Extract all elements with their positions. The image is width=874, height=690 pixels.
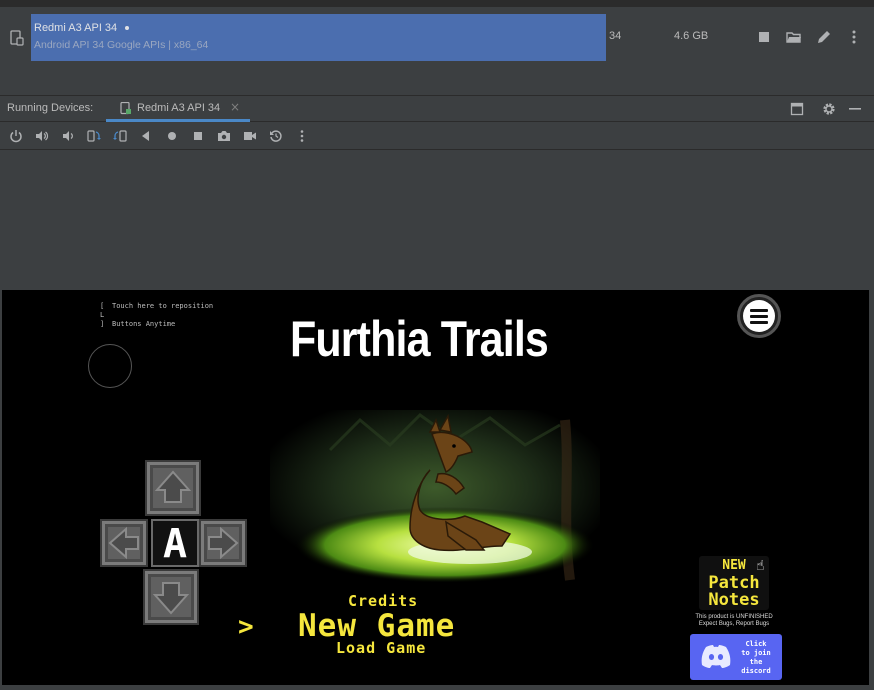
pointer-hand-icon: ☝ xyxy=(756,558,765,574)
overview-icon[interactable] xyxy=(191,129,205,143)
arrow-right-icon xyxy=(208,526,239,560)
device-row[interactable]: Redmi A3 API 34 Android API 34 Google AP… xyxy=(31,14,606,61)
unfinished-line-1: This product is UNFINISHED xyxy=(695,614,773,620)
kangaroo-scene-illustration xyxy=(270,410,600,582)
discord-join-button[interactable]: Click to join the discord xyxy=(690,634,782,680)
emulator-screen[interactable]: [ Touch here to reposition L ] Buttons An… xyxy=(2,290,869,685)
dpad-up-button[interactable] xyxy=(145,460,201,516)
notes-label: Notes xyxy=(708,590,760,610)
hint-line-2: Buttons Anytime xyxy=(112,320,176,328)
back-icon[interactable] xyxy=(139,129,153,143)
running-devices-header: Running Devices: Redmi A3 API 34 × xyxy=(0,95,874,122)
edit-icon[interactable] xyxy=(816,29,832,45)
game-title: Furthia Trails xyxy=(290,311,549,367)
more-vertical-icon[interactable] xyxy=(295,129,309,143)
arrow-up-icon xyxy=(154,470,192,503)
device-manager-panel: Redmi A3 API 34 Android API 34 Google AP… xyxy=(0,0,874,95)
gear-icon[interactable] xyxy=(822,102,836,116)
folder-icon[interactable] xyxy=(786,29,802,45)
android-studio-window: Redmi A3 API 34 Android API 34 Google AP… xyxy=(0,0,874,690)
volume-up-icon[interactable] xyxy=(35,129,49,143)
volume-down-icon[interactable] xyxy=(61,129,75,143)
hint-line-1: Touch here to reposition xyxy=(112,302,214,310)
home-icon[interactable] xyxy=(165,129,179,143)
tab-redmi-a3[interactable]: Redmi A3 API 34 × xyxy=(106,96,250,122)
arrow-left-icon xyxy=(108,526,139,560)
a-action-button[interactable]: A xyxy=(151,519,199,567)
virtual-joystick[interactable] xyxy=(88,344,132,388)
unfinished-notice: This product is UNFINISHED Expect Bugs, … xyxy=(686,614,782,628)
arrow-down-icon xyxy=(152,582,190,615)
running-devices-label: Running Devices: xyxy=(7,102,94,114)
device-subtitle: Android API 34 Google APIs | x86_64 xyxy=(34,39,209,51)
device-icon xyxy=(10,30,24,46)
close-tab-icon[interactable]: × xyxy=(230,100,240,114)
hamburger-menu-button[interactable] xyxy=(737,294,781,338)
hamburger-icon xyxy=(743,300,775,332)
emulator-background xyxy=(0,151,874,290)
menu-item-load-game[interactable]: Load Game xyxy=(336,639,426,657)
more-vertical-icon[interactable] xyxy=(846,29,862,45)
screenshot-icon[interactable] xyxy=(217,129,231,143)
a-button-label: A xyxy=(162,521,188,567)
device-size: 4.6 GB xyxy=(674,30,709,42)
dpad-right-button[interactable] xyxy=(199,519,247,567)
dpad-left-button[interactable] xyxy=(100,519,148,567)
reposition-hint: [ Touch here to reposition L ] Buttons An… xyxy=(100,302,214,328)
screen-record-icon[interactable] xyxy=(243,129,257,143)
discord-label: Click to join the discord xyxy=(741,640,771,675)
menu-cursor: > xyxy=(238,612,254,642)
device-api-level: 34 xyxy=(609,30,622,42)
rotate-right-icon[interactable] xyxy=(113,129,127,143)
unfinished-line-2: Expect Bugs, Report Bugs xyxy=(698,621,770,627)
snapshot-icon[interactable] xyxy=(269,129,283,143)
device-name: Redmi A3 API 34 xyxy=(34,22,118,34)
discord-logo-icon xyxy=(701,645,731,668)
emulator-toolbar xyxy=(0,123,874,150)
power-icon[interactable] xyxy=(9,129,23,143)
online-status-dot xyxy=(125,26,130,31)
maximize-icon[interactable] xyxy=(790,102,804,116)
rotate-left-icon[interactable] xyxy=(87,129,101,143)
minimize-icon[interactable] xyxy=(848,102,862,116)
stop-icon[interactable] xyxy=(756,29,772,45)
tab-label: Redmi A3 API 34 xyxy=(137,102,221,114)
dpad-down-button[interactable] xyxy=(143,569,199,625)
device-tab-icon xyxy=(120,102,131,115)
